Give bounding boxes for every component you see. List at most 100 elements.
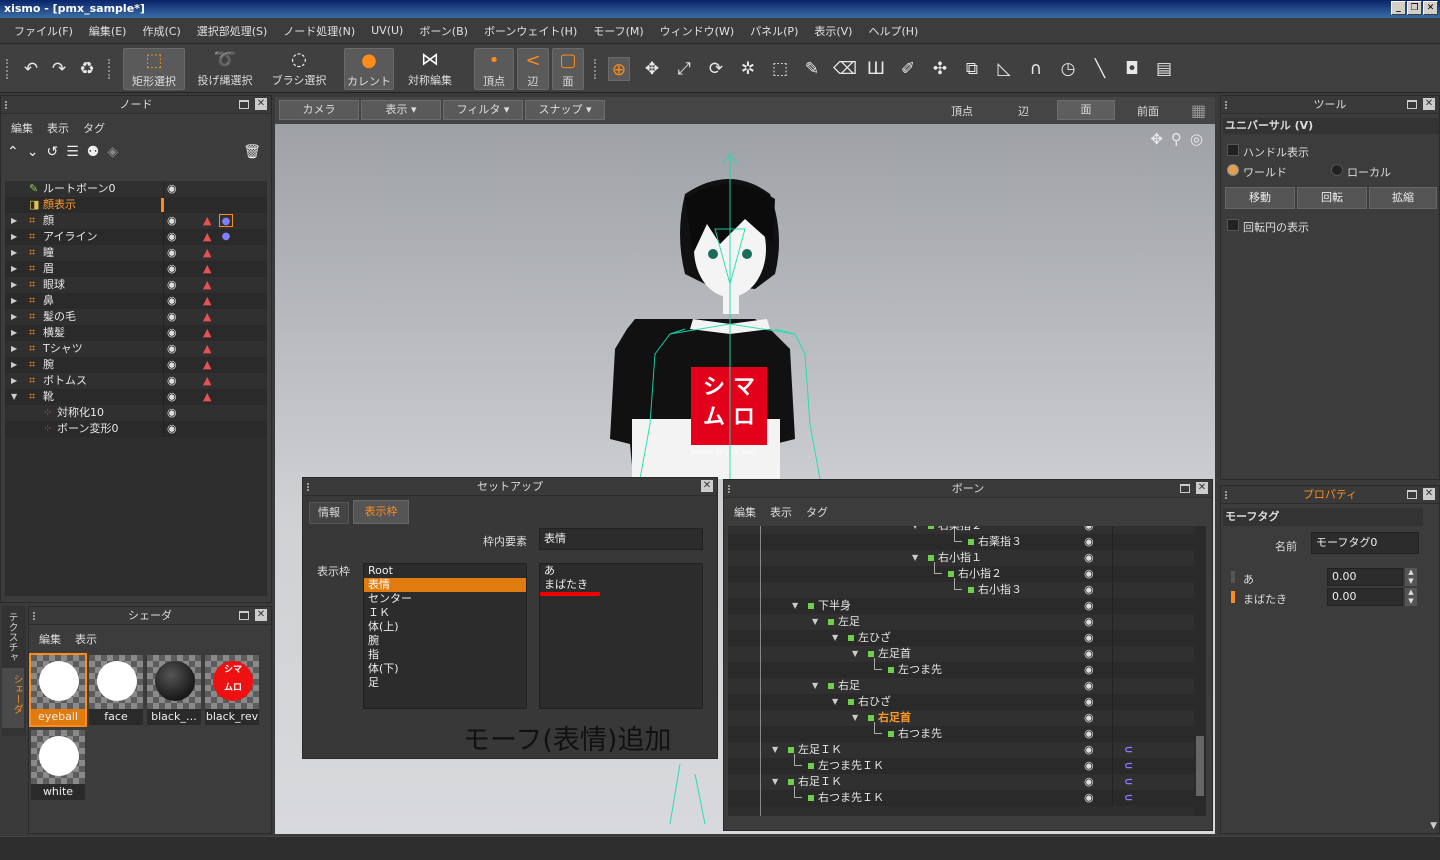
visibility-eye-icon[interactable]: ◉	[167, 357, 177, 373]
list-item[interactable]: センター	[364, 592, 526, 606]
menu-morph[interactable]: モーフ(M)	[585, 23, 651, 39]
list-item[interactable]: あ	[540, 564, 702, 578]
visibility-eye-icon[interactable]: ◉	[1084, 534, 1094, 550]
collapse-icon[interactable]: ▼	[852, 646, 858, 662]
menu-view[interactable]: 表示(V)	[806, 23, 860, 39]
bone-menu-edit[interactable]: 編集	[734, 504, 756, 520]
node-tree-row[interactable]: ▶ ⌗ Tシャツ ◉ ▲	[5, 341, 267, 357]
knife-icon[interactable]: ╲	[1089, 57, 1111, 81]
bone-tree-row[interactable]: 左つま先ＩＫ ◉ ⊂	[728, 754, 1194, 774]
move-button[interactable]: 移動	[1225, 187, 1295, 209]
people-icon[interactable]: ⚉	[87, 144, 100, 160]
material-flask-icon[interactable]: ▲	[203, 373, 211, 389]
shader-ball-icon[interactable]: ●	[219, 214, 233, 227]
panel-close-icon[interactable]: ✕	[255, 98, 267, 110]
refresh-icon[interactable]: ↺	[46, 144, 58, 160]
toolbar-grip[interactable]	[594, 59, 598, 79]
list-icon[interactable]: ☰	[66, 144, 79, 160]
material-flask-icon[interactable]: ▲	[203, 325, 211, 341]
collapse-icon[interactable]: ▼	[832, 630, 838, 646]
list-item-selected[interactable]: 表情	[364, 578, 526, 592]
visibility-eye-icon[interactable]: ◉	[1084, 742, 1094, 758]
menu-node[interactable]: ノード処理(N)	[275, 23, 363, 39]
shader-ball-icon[interactable]: ●	[219, 230, 233, 243]
expand-icon[interactable]: ▶	[11, 309, 17, 325]
panel-minimize-icon[interactable]	[1180, 484, 1190, 493]
material-flask-icon[interactable]: ▲	[203, 293, 211, 309]
collapse-icon[interactable]: ▼	[772, 774, 778, 790]
rotation-circle-checkbox[interactable]	[1227, 219, 1239, 231]
maximize-button[interactable]: ❐	[1407, 1, 1422, 15]
expand-icon[interactable]: ▶	[11, 373, 17, 389]
material-flask-icon[interactable]: ▲	[203, 309, 211, 325]
collapse-icon[interactable]: ▼	[912, 550, 918, 566]
menu-edit[interactable]: 編集(E)	[81, 23, 135, 39]
bones-icon[interactable]: ✣	[929, 57, 951, 81]
visibility-eye-icon[interactable]: ◉	[1084, 790, 1094, 806]
scroll-down-icon[interactable]: ▼	[1430, 821, 1437, 831]
panel-minimize-icon[interactable]	[1407, 100, 1417, 109]
rect-icon[interactable]: ⬚	[769, 57, 791, 81]
shader-eyeball[interactable]: eyeball	[29, 653, 87, 727]
menu-selection[interactable]: 選択部処理(S)	[189, 23, 276, 39]
handle-display-checkbox[interactable]	[1227, 144, 1239, 156]
node-tree-row[interactable]: ▶ ⌗ ボトムス ◉ ▲	[5, 373, 267, 389]
morph-spinner[interactable]: ▲ ▼	[1405, 568, 1417, 586]
visibility-eye-icon[interactable]: ◉	[167, 245, 177, 261]
pivot-icon[interactable]: ✲	[737, 57, 759, 81]
menu-window[interactable]: ウィンドウ(W)	[652, 23, 742, 39]
vertex-mode-button[interactable]: • 頂点	[474, 48, 514, 90]
shader-black-rev[interactable]: シマ ムロ black_rev	[205, 655, 259, 725]
edge-mode-button[interactable]: < 辺	[517, 48, 549, 90]
recycle-icon[interactable]: ♻	[76, 57, 98, 81]
visibility-eye-icon[interactable]: ◉	[167, 229, 177, 245]
material-flask-icon[interactable]: ▲	[203, 261, 211, 277]
filter-dropdown[interactable]: フィルタ ▾	[443, 100, 523, 120]
material-flask-icon[interactable]: ▲	[203, 389, 211, 405]
material-flask-icon[interactable]: ▲	[203, 245, 211, 261]
uv-icon[interactable]: Ш	[865, 57, 887, 81]
ik-chain-icon[interactable]: ⊂	[1124, 758, 1133, 774]
scrollbar-thumb[interactable]	[1196, 736, 1204, 796]
name-field[interactable]: モーフタグ0	[1311, 532, 1419, 554]
visibility-eye-icon[interactable]: ◉	[167, 405, 177, 421]
scale-icon[interactable]: ⤢	[673, 57, 695, 81]
expand-icon[interactable]: ▶	[11, 213, 17, 229]
node-menu-tag[interactable]: タグ	[83, 120, 105, 136]
magnet-icon[interactable]: ∩	[1025, 57, 1047, 81]
expand-icon[interactable]: ▶	[11, 261, 17, 277]
visibility-eye-icon[interactable]: ◉	[167, 309, 177, 325]
panel-minimize-icon[interactable]	[239, 100, 249, 109]
face-view-mode[interactable]: 面	[1057, 100, 1115, 120]
bone-tree-row[interactable]: ▼ 右小指１ ◉	[728, 550, 1194, 566]
bone-tree-row[interactable]: 右小指３ ◉	[728, 578, 1194, 598]
texture-tab[interactable]: テクスチャ	[4, 612, 19, 662]
menu-create[interactable]: 作成(C)	[134, 23, 188, 39]
undo-icon[interactable]: ↶	[20, 57, 42, 81]
expand-icon[interactable]: ▶	[11, 229, 17, 245]
bone-tree-row[interactable]: ▼ 左足 ◉	[728, 614, 1194, 630]
node-tree-row[interactable]: ▶ ⌗ 眉 ◉ ▲	[5, 261, 267, 277]
collapse-icon[interactable]: ▼	[812, 614, 818, 630]
morph-value-field[interactable]: 0.00	[1327, 568, 1403, 586]
menu-help[interactable]: ヘルプ(H)	[860, 23, 926, 39]
visibility-eye-icon[interactable]: ◉	[1084, 774, 1094, 790]
node-tree-row[interactable]: ▶ ⌗ 髪の毛 ◉ ▲	[5, 309, 267, 325]
panel-close-icon[interactable]: ✕	[1423, 98, 1435, 110]
vertex-view-mode[interactable]: 頂点	[951, 103, 973, 119]
grid-cube-icon[interactable]: ▦	[1191, 101, 1206, 120]
visibility-eye-icon[interactable]: ◉	[1084, 662, 1094, 678]
pen-icon[interactable]: ✎	[801, 57, 823, 81]
menu-panel[interactable]: パネル(P)	[742, 23, 806, 39]
bone-tree-row[interactable]: ▼ 右ひざ ◉	[728, 694, 1194, 710]
shader-menu-edit[interactable]: 編集	[39, 631, 61, 647]
visibility-eye-icon[interactable]: ◉	[1084, 582, 1094, 598]
bag-icon[interactable]: ◘	[1121, 57, 1143, 81]
expand-icon[interactable]: ▶	[11, 293, 17, 309]
material-flask-icon[interactable]: ▲	[203, 341, 211, 357]
node-tree-row[interactable]: ◨ 顔表示	[5, 197, 267, 213]
expand-icon[interactable]: ▶	[11, 325, 17, 341]
visibility-eye-icon[interactable]: ◉	[1084, 526, 1094, 534]
film-icon[interactable]: ▤	[1153, 57, 1175, 81]
panel-close-icon[interactable]: ✕	[701, 480, 713, 492]
